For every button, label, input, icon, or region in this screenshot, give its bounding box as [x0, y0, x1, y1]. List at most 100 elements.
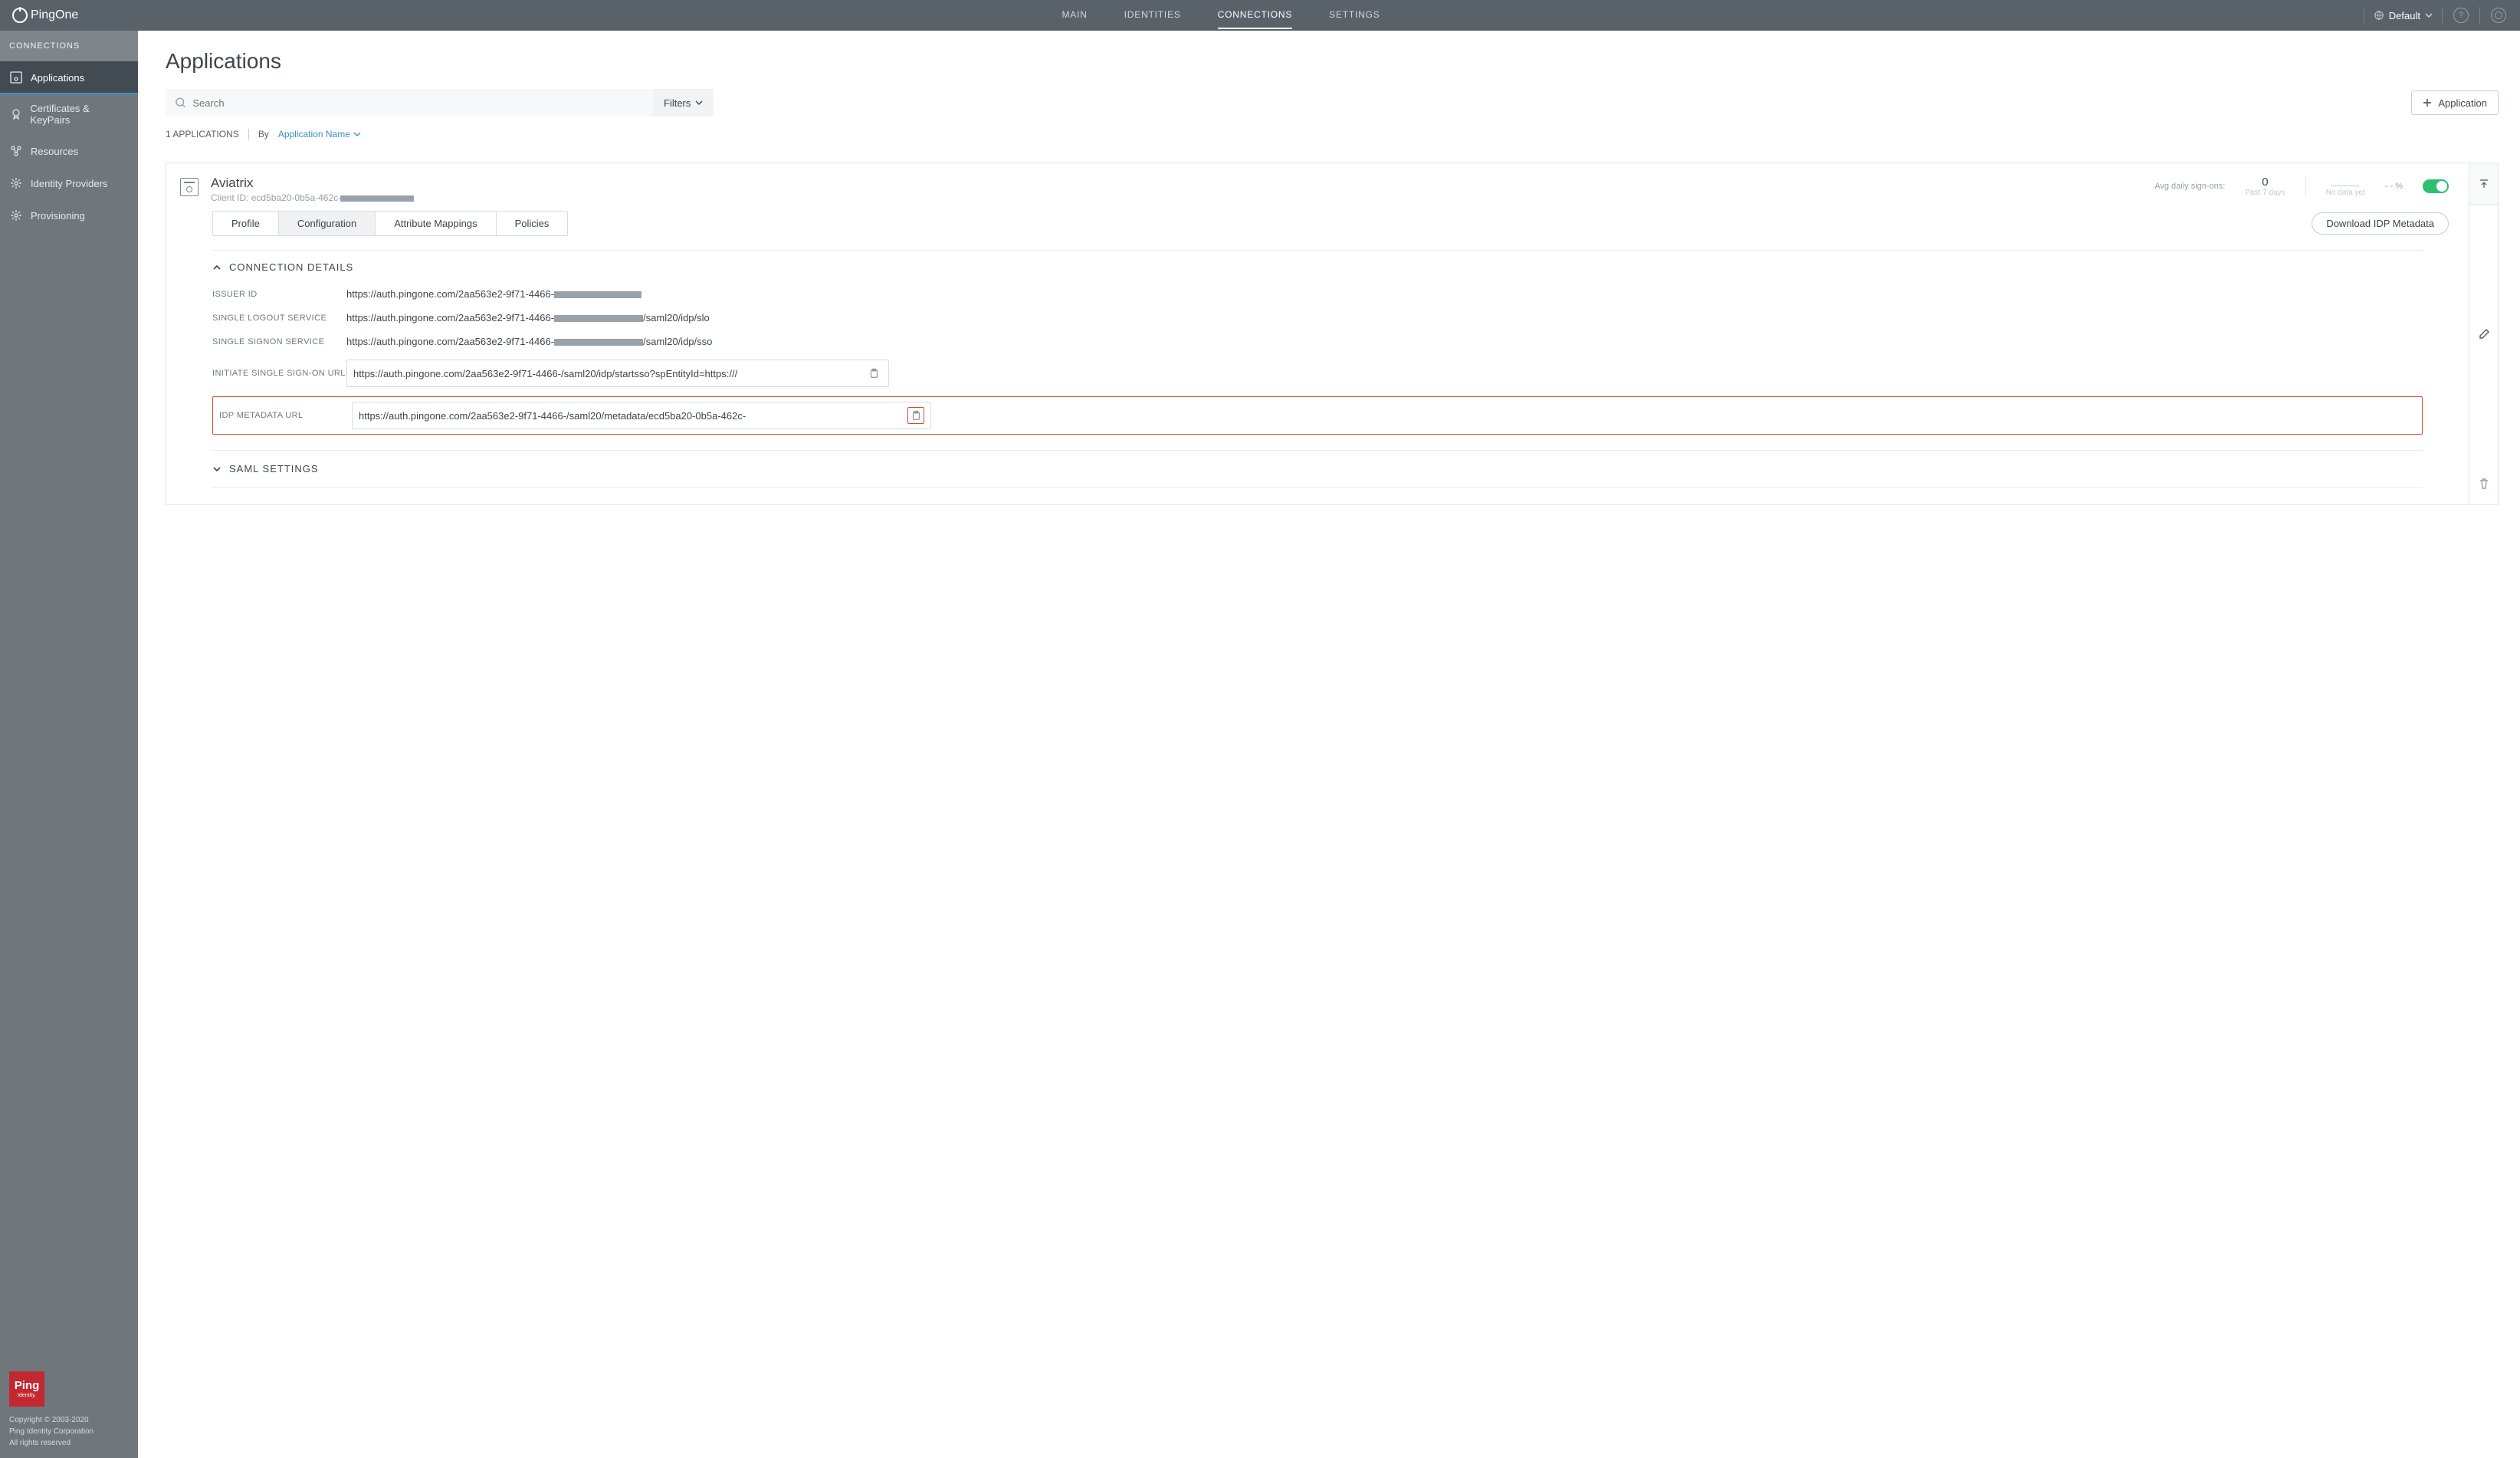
filters-label: Filters: [664, 97, 691, 109]
help-icon: ?: [2453, 8, 2469, 23]
sidebar-item-label: Resources: [31, 146, 78, 157]
globe-icon: [2374, 10, 2384, 21]
stat-avg-signons: Avg daily sign-ons:: [2154, 182, 2225, 191]
page-title: Applications: [166, 49, 2499, 74]
tab-policies[interactable]: Policies: [496, 212, 568, 235]
topbar-right: Default ?: [2364, 6, 2508, 25]
field-value: https://auth.pingone.com/2aa563e2-9f71-4…: [346, 312, 710, 323]
user-icon: [2491, 8, 2506, 23]
chevron-down-icon: [353, 130, 361, 138]
applications-icon: [9, 71, 23, 84]
section-saml-title: SAML SETTINGS: [229, 463, 319, 475]
section-connection-title: CONNECTION DETAILS: [229, 261, 353, 273]
search-and-filters: Filters: [166, 89, 714, 117]
section-connection-details: CONNECTION DETAILS ISSUER ID https://aut…: [212, 250, 2423, 442]
brand-icon: [12, 8, 28, 23]
field-value: https://auth.pingone.com/2aa563e2-9f71-4…: [353, 368, 858, 379]
copy-initiate-sso-button[interactable]: [865, 365, 882, 382]
initiate-sso-input[interactable]: https://auth.pingone.com/2aa563e2-9f71-4…: [346, 360, 889, 387]
nav-main[interactable]: MAIN: [1061, 2, 1087, 29]
help-button[interactable]: ?: [2452, 6, 2470, 25]
sidebar-item-resources[interactable]: Resources: [0, 135, 138, 167]
sort-dropdown[interactable]: Application Name: [278, 129, 361, 140]
app-tabs-row: Profile Configuration Attribute Mappings…: [166, 211, 2469, 236]
environment-selector[interactable]: Default: [2374, 10, 2433, 21]
application-header: Aviatrix Client ID: ecd5ba20-0b5a-462c- …: [166, 163, 2469, 211]
ping-identity-logo: Ping Identity.: [9, 1371, 44, 1407]
divider: [2305, 176, 2306, 197]
application-card: Aviatrix Client ID: ecd5ba20-0b5a-462c- …: [166, 163, 2499, 505]
app-right-rail: [2469, 163, 2498, 504]
plus-icon: [2423, 98, 2432, 107]
divider: [248, 129, 249, 140]
search-toolbar: Filters Application: [166, 89, 2499, 117]
sidebar-footer: Ping Identity. Copyright © 2003-2020 Pin…: [0, 1362, 138, 1458]
search-icon: [175, 97, 186, 109]
stat-avg-value: 0 Past 7 days: [2245, 176, 2285, 197]
field-idp-metadata-url-highlighted: IDP METADATA URL https://auth.pingone.co…: [212, 396, 2423, 435]
sidebar-item-certificates[interactable]: Certificates & KeyPairs: [0, 94, 138, 135]
environment-label: Default: [2389, 10, 2420, 21]
result-count-bar: 1 APPLICATIONS By Application Name: [166, 129, 2499, 140]
collapse-button[interactable]: [2469, 163, 2498, 205]
tab-attribute-mappings[interactable]: Attribute Mappings: [375, 212, 495, 235]
idp-icon: [9, 176, 23, 190]
application-stats: Avg daily sign-ons: 0 Past 7 days No dat…: [2154, 176, 2449, 197]
nav-settings[interactable]: SETTINGS: [1329, 2, 1380, 29]
sidebar: CONNECTIONS Applications Certificates & …: [0, 31, 138, 1458]
copyright: Copyright © 2003-2020 Ping Identity Corp…: [9, 1414, 129, 1449]
sparkline-icon: [2331, 177, 2359, 186]
copy-idp-metadata-button[interactable]: [907, 407, 924, 424]
chevron-down-icon: [212, 465, 221, 474]
stat-percent: - - %: [2385, 182, 2403, 191]
brand-logo: PingOne: [12, 8, 78, 23]
topbar: PingOne MAIN IDENTITIES CONNECTIONS SETT…: [0, 0, 2520, 31]
stat-chart: No data yet: [2326, 176, 2365, 197]
tab-configuration[interactable]: Configuration: [278, 212, 375, 235]
trash-icon: [2478, 478, 2490, 490]
add-application-label: Application: [2438, 97, 2487, 109]
user-menu-button[interactable]: [2489, 6, 2508, 25]
clipboard-icon: [868, 368, 879, 379]
ping-logo-sub: Identity.: [18, 1393, 36, 1398]
redacted-text: [340, 195, 414, 202]
redacted-text: [554, 339, 643, 346]
certificate-icon: [9, 107, 22, 121]
section-connection-header[interactable]: CONNECTION DETAILS: [212, 261, 2423, 273]
field-value: https://auth.pingone.com/2aa563e2-9f71-4…: [346, 288, 641, 300]
sidebar-item-label: Provisioning: [31, 210, 85, 222]
top-nav: MAIN IDENTITIES CONNECTIONS SETTINGS: [78, 2, 2364, 29]
sidebar-item-idp[interactable]: Identity Providers: [0, 167, 138, 199]
sidebar-item-label: Identity Providers: [31, 178, 107, 189]
sidebar-item-provisioning[interactable]: Provisioning: [0, 199, 138, 232]
tab-profile[interactable]: Profile: [213, 212, 278, 235]
add-application-button[interactable]: Application: [2411, 90, 2499, 115]
edit-button[interactable]: [2469, 314, 2498, 355]
search-input[interactable]: [192, 97, 644, 109]
copyright-line: Ping Identity Corporation: [9, 1426, 129, 1437]
section-saml-header[interactable]: SAML SETTINGS: [212, 463, 2423, 475]
copyright-line: Copyright © 2003-2020: [9, 1414, 129, 1426]
download-idp-metadata-button[interactable]: Download IDP Metadata: [2312, 212, 2449, 235]
provisioning-icon: [9, 209, 23, 222]
sidebar-section-label: CONNECTIONS: [0, 31, 138, 61]
application-title-block: Aviatrix Client ID: ecd5ba20-0b5a-462c-: [211, 176, 414, 203]
sidebar-item-applications[interactable]: Applications: [0, 61, 138, 94]
filters-button[interactable]: Filters: [653, 89, 714, 117]
delete-button[interactable]: [2469, 463, 2498, 504]
chevron-up-icon: [212, 263, 221, 272]
collapse-up-icon: [2478, 178, 2490, 190]
idp-metadata-url-input[interactable]: https://auth.pingone.com/2aa563e2-9f71-4…: [352, 402, 931, 429]
search-box[interactable]: [166, 89, 653, 117]
nav-connections[interactable]: CONNECTIONS: [1218, 2, 1292, 29]
divider: [2479, 7, 2480, 24]
chevron-down-icon: [695, 99, 703, 107]
application-enabled-toggle[interactable]: [2423, 179, 2449, 193]
clipboard-icon: [911, 410, 921, 421]
sort-prefix: By: [258, 129, 269, 140]
field-initiate-sso: INITIATE SINGLE SIGN-ON URL https://auth…: [212, 353, 2423, 393]
sort-value: Application Name: [278, 129, 350, 140]
nav-identities[interactable]: IDENTITIES: [1124, 2, 1181, 29]
redacted-text: [554, 315, 643, 322]
chevron-down-icon: [2425, 11, 2433, 19]
